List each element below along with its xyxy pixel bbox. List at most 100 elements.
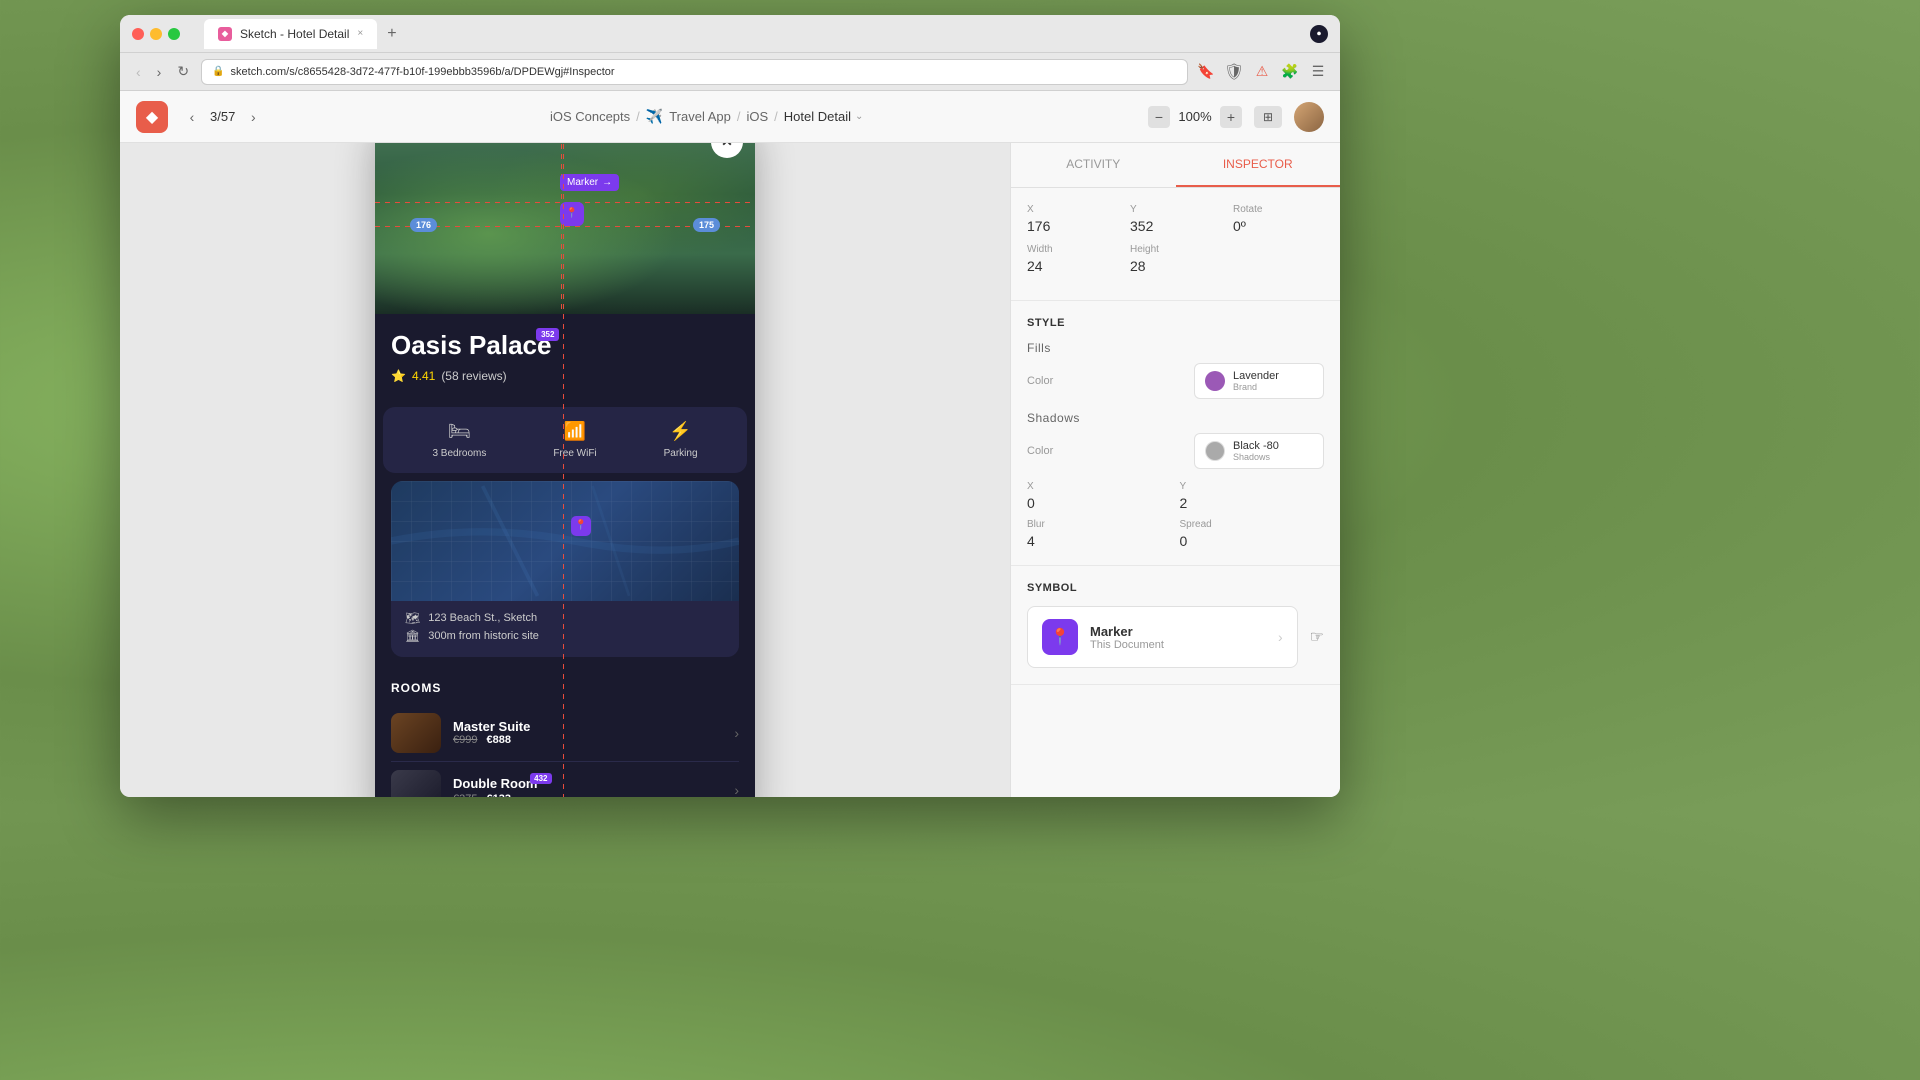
width-value[interactable]: 24 (1027, 258, 1118, 274)
room-price-double-new: €133 (487, 793, 511, 798)
map-info: 🗺 123 Beach St., Sketch 🏛 300m from hist… (391, 601, 739, 657)
back-button[interactable]: ‹ (132, 62, 145, 82)
shadow-x-label: X (1027, 481, 1172, 492)
amenity-parking: ⚡ Parking (664, 421, 698, 459)
app-toolbar: ◆ ‹ 3/57 › iOS Concepts / ✈️ Travel App … (120, 91, 1340, 143)
symbol-info: Marker This Document (1090, 624, 1266, 651)
close-window-button[interactable] (132, 28, 144, 40)
traffic-lights (132, 28, 180, 40)
fills-color-chip[interactable]: Lavender Brand (1194, 363, 1324, 399)
room-price-old: €999 (453, 734, 477, 746)
prev-page-button[interactable]: ‹ (180, 105, 204, 129)
new-tab-button[interactable]: + (381, 25, 402, 43)
badge-432: 432 (530, 773, 551, 784)
tab-hotel-detail[interactable]: ◆ Sketch - Hotel Detail × (204, 19, 377, 49)
badge-352: 352 (536, 328, 559, 341)
zoom-in-button[interactable]: + (1220, 106, 1242, 128)
canvas-wrapper: 9:41 ▌▌▌ 📶 🔋 ✕ (375, 143, 755, 797)
height-value[interactable]: 28 (1130, 258, 1221, 274)
menu-icon[interactable]: ☰ (1308, 62, 1328, 82)
zoom-out-button[interactable]: − (1148, 106, 1170, 128)
user-avatar[interactable] (1294, 102, 1324, 132)
breadcrumb-ios-concepts[interactable]: iOS Concepts (550, 109, 630, 124)
record-button[interactable]: ⏺ (1310, 25, 1328, 43)
tab-close-button[interactable]: × (357, 28, 363, 39)
hotel-header-image: 9:41 ▌▌▌ 📶 🔋 ✕ (375, 143, 755, 314)
address-bar[interactable]: 🔒 sketch.com/s/c8655428-3d72-477f-b10f-1… (201, 59, 1188, 85)
bookmarks-icon[interactable]: 🔖 (1196, 62, 1216, 82)
shadows-color-swatch (1205, 441, 1225, 461)
fills-color-name: Lavender (1233, 370, 1279, 382)
inspector-row-xyr: X 176 Y 352 Rotate 0º (1027, 204, 1324, 234)
rotate-value[interactable]: 0º (1233, 218, 1324, 234)
avatar-image (1294, 102, 1324, 132)
close-button[interactable]: ✕ (711, 143, 743, 158)
canvas-area: 9:41 ▌▌▌ 📶 🔋 ✕ (120, 143, 1010, 797)
vertical-guide-center (563, 143, 564, 797)
next-page-button[interactable]: › (241, 105, 265, 129)
map-address: 123 Beach St., Sketch (428, 612, 537, 624)
x-value[interactable]: 176 (1027, 218, 1118, 234)
symbol-chevron-icon: › (1278, 629, 1283, 645)
shadow-blur-label: Blur (1027, 519, 1172, 530)
fills-row: Fills (1027, 341, 1324, 355)
shield-icon[interactable]: 🛡 (1224, 62, 1244, 82)
rooms-title: ROOMS (391, 681, 739, 695)
amenities-wrapper: 🛏 3 Bedrooms 📶 Free WiFi ⚡ Parking (375, 407, 755, 473)
amenity-wifi: 📶 Free WiFi (553, 421, 596, 459)
breadcrumb-sep1: / (636, 109, 640, 124)
fills-color-swatch (1205, 371, 1225, 391)
forward-button[interactable]: › (153, 62, 166, 82)
amenity-parking-label: Parking (664, 448, 698, 459)
width-label: Width (1027, 244, 1118, 255)
field-height: Height 28 (1130, 244, 1221, 274)
shadow-blur-value[interactable]: 4 (1027, 533, 1172, 549)
breadcrumb-ios[interactable]: iOS (747, 109, 769, 124)
room-chevron-double: › (734, 782, 739, 798)
room-item-master-suite[interactable]: Master Suite €999 €888 › (391, 705, 739, 762)
shadow-spread-value[interactable]: 0 (1180, 533, 1325, 549)
shadow-blur-field: Blur 4 (1027, 519, 1172, 549)
hotel-name: Oasis Palace (391, 330, 551, 360)
fills-color-sub: Brand (1233, 382, 1279, 392)
room-price-new: €888 (487, 734, 511, 746)
map-card[interactable]: 📍 🗺 123 Beach St., Sketch 🏛 (391, 481, 739, 657)
rooms-section: ROOMS Master Suite €999 (375, 673, 755, 798)
fullscreen-window-button[interactable] (168, 28, 180, 40)
y-label: Y (1130, 204, 1221, 215)
extensions-icon[interactable]: 🧩 (1280, 62, 1300, 82)
breadcrumb-travel-app[interactable]: Travel App (669, 109, 731, 124)
y-value[interactable]: 352 (1130, 218, 1221, 234)
map-pin: 📍 (571, 516, 591, 536)
star-icon: ⭐ (391, 369, 406, 383)
minimize-window-button[interactable] (150, 28, 162, 40)
page-nav: ‹ 3/57 › (180, 105, 265, 129)
amenity-wifi-label: Free WiFi (553, 448, 596, 459)
room-name-double: Double Room (453, 776, 538, 791)
shadows-color-label: Color (1027, 445, 1053, 457)
view-toggle-button[interactable]: ⊞ (1254, 106, 1282, 128)
nav-bar: ‹ › ↻ 🔒 sketch.com/s/c8655428-3d72-477f-… (120, 53, 1340, 91)
marker-arrow-icon: → (602, 177, 612, 188)
symbol-card[interactable]: 📍 Marker This Document › (1027, 606, 1298, 668)
breadcrumb-current[interactable]: Hotel Detail ⌄ (784, 109, 864, 124)
page-counter: 3/57 (210, 109, 235, 124)
shadow-spread-label: Spread (1180, 519, 1325, 530)
shadow-x-value[interactable]: 0 (1027, 495, 1172, 511)
tab-activity[interactable]: ACTIVITY (1011, 143, 1176, 187)
field-rotate: Rotate 0º (1233, 204, 1324, 234)
refresh-button[interactable]: ↻ (173, 61, 193, 82)
app-logo: ◆ (136, 101, 168, 133)
room-item-double[interactable]: Double Room 432 €375 €133 › (391, 762, 739, 798)
rating-reviews: (58 reviews) (441, 369, 506, 383)
shadow-y-value[interactable]: 2 (1180, 495, 1325, 511)
shadows-color-name: Black -80 (1233, 440, 1279, 452)
rating-value: 4.41 (412, 369, 435, 383)
tab-title: Sketch - Hotel Detail (240, 27, 349, 41)
fills-color-row: Color Lavender Brand (1027, 363, 1324, 399)
fills-label: Fills (1027, 341, 1051, 355)
tab-inspector[interactable]: INSPECTOR (1176, 143, 1341, 187)
shadows-color-sub: Shadows (1233, 452, 1279, 462)
travel-emoji: ✈️ (646, 108, 663, 125)
shadows-color-chip[interactable]: Black -80 Shadows (1194, 433, 1324, 469)
